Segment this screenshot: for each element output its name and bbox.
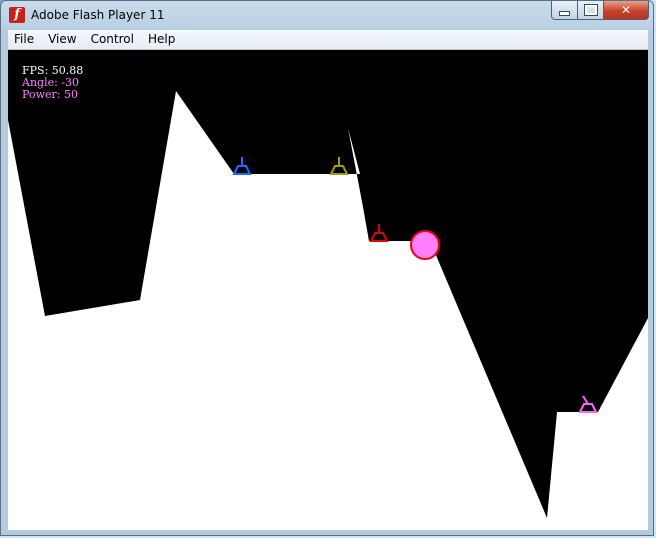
maximize-icon [583,4,598,16]
window-title: Adobe Flash Player 11 [31,8,165,22]
window-controls: ✕ [551,1,649,21]
game-stage[interactable]: FPS: 50.88 Angle: -30 Power: 50 [8,50,648,530]
close-button[interactable]: ✕ [604,1,649,20]
menu-file[interactable]: File [8,30,41,49]
flash-app-icon[interactable]: f [9,7,25,23]
maximize-button[interactable] [578,1,604,20]
menu-view[interactable]: View [41,30,83,49]
minimize-icon [559,10,570,16]
projectile [410,230,440,260]
minimize-button[interactable] [551,1,578,20]
close-icon: ✕ [620,3,632,17]
power-readout: Power: 50 [22,88,78,101]
menu-bar: File View Control Help [8,30,648,50]
menu-help[interactable]: Help [141,30,182,49]
menu-control[interactable]: Control [84,30,141,49]
game-canvas[interactable] [8,50,648,530]
title-bar[interactable]: f Adobe Flash Player 11 ✕ [1,1,655,31]
hud: FPS: 50.88 Angle: -30 Power: 50 [22,65,83,101]
